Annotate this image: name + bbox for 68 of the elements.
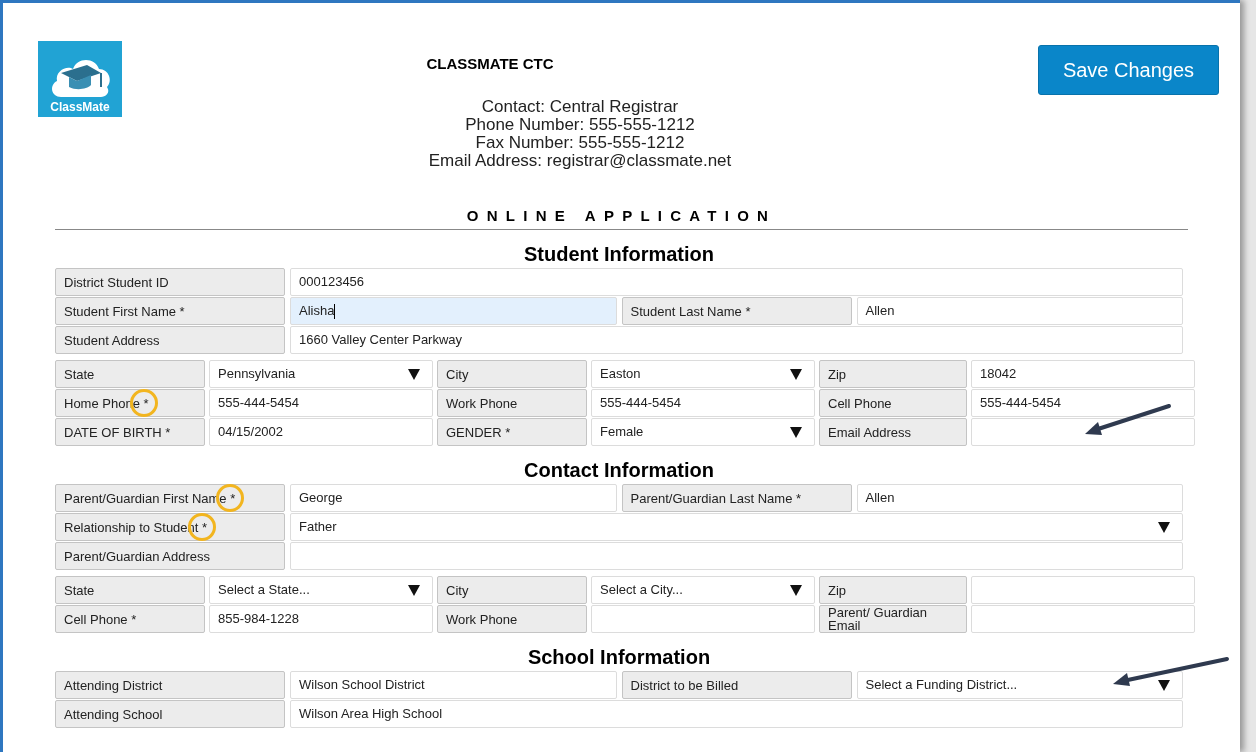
- section-title: School Information: [527, 645, 711, 669]
- contact-line: Phone Number: 555-555-1212: [465, 115, 695, 134]
- select-field[interactable]: Select a Funding District...: [856, 671, 1183, 699]
- select-field[interactable]: Select a City...: [591, 576, 815, 604]
- text-cursor: [334, 303, 336, 319]
- field-label: Student Address: [55, 326, 285, 354]
- input-field[interactable]: 04/15/2002: [209, 418, 433, 446]
- field-label: Parent/ Guardian Email: [819, 605, 967, 633]
- caret-icon: [1158, 521, 1170, 533]
- section-title: Contact Information: [524, 458, 714, 482]
- select-field[interactable]: Female: [591, 418, 815, 446]
- input-field[interactable]: [591, 605, 815, 633]
- input-field[interactable]: [971, 605, 1195, 633]
- section-title: Student Information: [524, 242, 714, 266]
- input-field[interactable]: 1660 Valley Center Parkway: [290, 326, 1183, 354]
- input-field[interactable]: 555-444-5454: [209, 389, 433, 417]
- field-label: State: [55, 360, 205, 388]
- field-label: Work Phone: [437, 605, 587, 633]
- field-label: DATE OF BIRTH *: [55, 418, 205, 446]
- form-title: ONLINE APPLICATION: [466, 205, 777, 226]
- caret-icon: [790, 426, 802, 438]
- field-label: Cell Phone: [819, 389, 967, 417]
- field-label: GENDER *: [437, 418, 587, 446]
- organization-name: CLASSMATE CTC: [426, 54, 554, 74]
- input-field[interactable]: 555-444-5454: [591, 389, 815, 417]
- field-label: District to be Billed: [621, 671, 852, 699]
- input-field[interactable]: George: [290, 484, 617, 512]
- select-field[interactable]: Easton: [591, 360, 815, 388]
- input-field[interactable]: 000123456: [290, 268, 1183, 296]
- input-field[interactable]: Wilson Area High School: [290, 700, 1183, 728]
- input-field[interactable]: [290, 542, 1183, 570]
- select-field[interactable]: Father: [290, 513, 1183, 541]
- caret-icon: [408, 368, 420, 380]
- contact-line: Email Address: registrar@classmate.net: [428, 151, 732, 170]
- field-label: Cell Phone *: [55, 605, 205, 633]
- field-label: Work Phone: [437, 389, 587, 417]
- input-field[interactable]: 855-984-1228: [209, 605, 433, 633]
- input-field[interactable]: Alisha: [290, 297, 617, 325]
- contact-line: Contact: Central Registrar: [481, 97, 679, 116]
- select-field[interactable]: Pennsylvania: [209, 360, 433, 388]
- field-label: Parent/Guardian Address: [55, 542, 285, 570]
- caret-icon: [408, 584, 420, 596]
- caret-icon: [790, 584, 802, 596]
- save-button[interactable]: Save Changes: [1038, 45, 1219, 95]
- field-label: Attending District: [55, 671, 285, 699]
- field-label: Parent/Guardian Last Name *: [621, 484, 852, 512]
- input-field[interactable]: Allen: [856, 297, 1183, 325]
- field-label: Student Last Name *: [621, 297, 852, 325]
- input-field[interactable]: 18042: [971, 360, 1195, 388]
- field-label: District Student ID: [55, 268, 285, 296]
- field-label: City: [437, 360, 587, 388]
- select-field[interactable]: Select a State...: [209, 576, 433, 604]
- field-label: Zip: [819, 360, 967, 388]
- field-label: Zip: [819, 576, 967, 604]
- caret-icon: [790, 368, 802, 380]
- field-label: Student First Name *: [55, 297, 285, 325]
- input-field[interactable]: Allen: [856, 484, 1183, 512]
- field-label: City: [437, 576, 587, 604]
- input-field[interactable]: Wilson School District: [290, 671, 617, 699]
- contact-line: Fax Number: 555-555-1212: [475, 133, 685, 152]
- field-label: Attending School: [55, 700, 285, 728]
- field-label: Email Address: [819, 418, 967, 446]
- input-field[interactable]: 555-444-5454: [971, 389, 1195, 417]
- input-field[interactable]: [971, 576, 1195, 604]
- input-field[interactable]: [971, 418, 1195, 446]
- field-label: State: [55, 576, 205, 604]
- logo-text: ClassMate: [50, 101, 110, 114]
- caret-icon: [1158, 679, 1170, 691]
